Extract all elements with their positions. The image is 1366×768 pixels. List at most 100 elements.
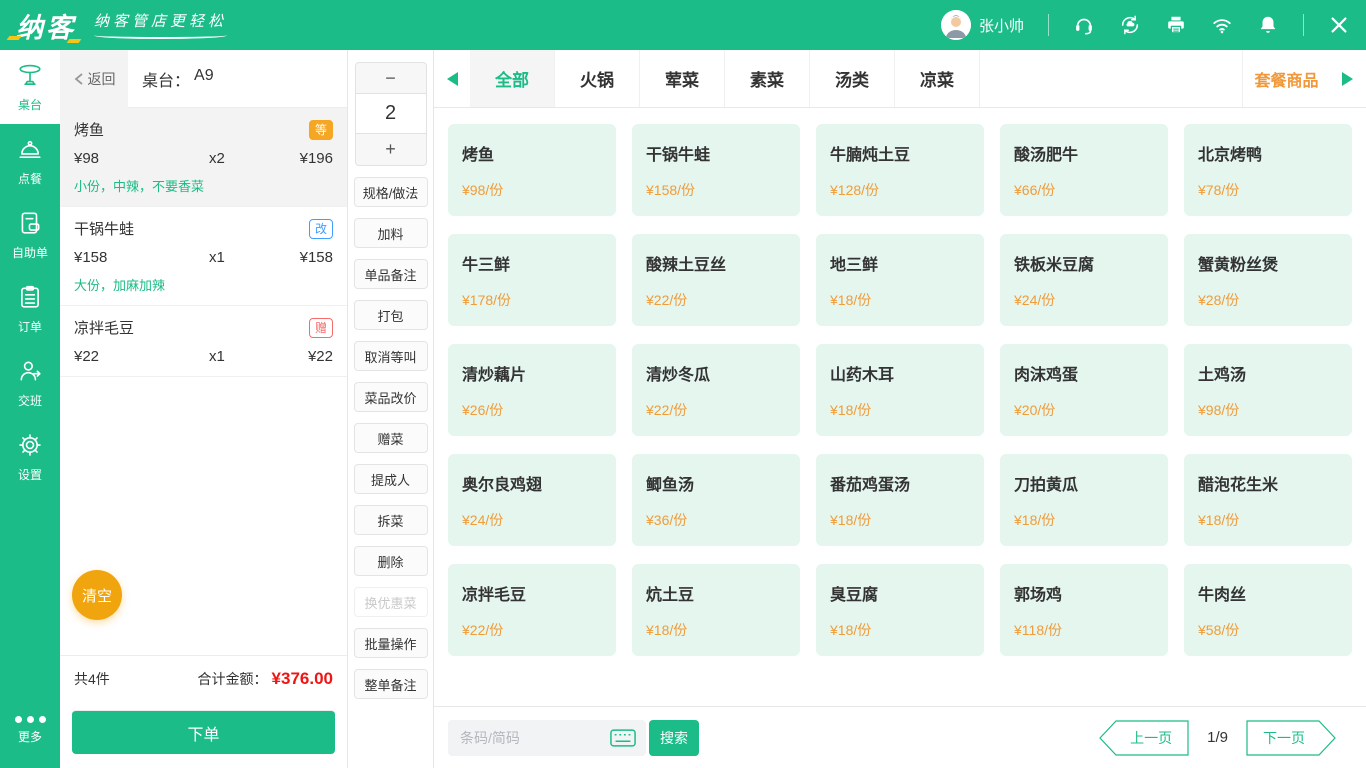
- change-price-button[interactable]: 菜品改价: [354, 382, 428, 412]
- tab-hotpot[interactable]: 火锅: [555, 50, 640, 107]
- batch-operation-button[interactable]: 批量操作: [354, 628, 428, 658]
- wifi-icon[interactable]: [1211, 14, 1233, 36]
- gift-badge: 赠: [309, 318, 333, 338]
- qty-plus-button[interactable]: +: [355, 134, 427, 166]
- keyboard-icon[interactable]: [610, 729, 636, 747]
- item-qty: x1: [209, 249, 263, 266]
- menu-item-card[interactable]: 鲫鱼汤¥36/份: [632, 454, 800, 546]
- app-header: 纳客 纳客管店更轻松 张小帅: [0, 0, 1366, 50]
- menu-item-card[interactable]: 烤鱼 ¥98/份: [448, 124, 616, 216]
- clear-button[interactable]: 清空: [72, 570, 122, 620]
- shift-handover-icon: [17, 358, 43, 387]
- tab-vegetable[interactable]: 素菜: [725, 50, 810, 107]
- menu-item-card[interactable]: 地三鲜¥18/份: [816, 234, 984, 326]
- dish-price: ¥98/份: [462, 180, 602, 200]
- sidebar-item-orders[interactable]: 订单: [0, 272, 60, 346]
- menu-item-card[interactable]: 清炒藕片¥26/份: [448, 344, 616, 436]
- menu-item-card[interactable]: 北京烤鸭¥78/份: [1184, 124, 1352, 216]
- combo-products-button[interactable]: 套餐商品: [1242, 50, 1330, 107]
- add-topping-button[interactable]: 加料: [354, 218, 428, 248]
- item-price: ¥22: [74, 348, 209, 365]
- cloud-sync-icon[interactable]: [1119, 14, 1141, 36]
- tab-cold[interactable]: 凉菜: [895, 50, 980, 107]
- next-page-button[interactable]: 下一页: [1246, 720, 1336, 756]
- sidebar-item-self-order[interactable]: 自助单: [0, 198, 60, 272]
- item-price: ¥98: [74, 150, 209, 167]
- menu-item-card[interactable]: 奥尔良鸡翅¥24/份: [448, 454, 616, 546]
- menu-item-card[interactable]: 炕土豆¥18/份: [632, 564, 800, 656]
- menu-item-card[interactable]: 铁板米豆腐¥24/份: [1000, 234, 1168, 326]
- dish-name: 炕土豆: [646, 581, 786, 605]
- printer-icon[interactable]: [1165, 14, 1187, 36]
- menu-item-card[interactable]: 牛三鲜¥178/份: [448, 234, 616, 326]
- order-list-icon: [17, 284, 43, 313]
- menu-item-card[interactable]: 干锅牛蛙¥158/份: [632, 124, 800, 216]
- more-dots-icon: [15, 716, 46, 723]
- item-remark-button[interactable]: 单品备注: [354, 259, 428, 289]
- close-icon[interactable]: [1328, 14, 1350, 36]
- back-button[interactable]: 返回: [60, 50, 128, 108]
- order-items-list: 烤鱼 等 ¥98 x2 ¥196 小份，中辣，不要香菜 干锅牛蛙 改 ¥158 …: [60, 108, 347, 377]
- dish-name: 凉拌毛豆: [462, 581, 602, 605]
- menu-item-card[interactable]: 郭场鸡¥118/份: [1000, 564, 1168, 656]
- takeout-button[interactable]: 打包: [354, 300, 428, 330]
- user-name: 张小帅: [979, 15, 1024, 36]
- tab-soup[interactable]: 汤类: [810, 50, 895, 107]
- sidebar-item-shift[interactable]: 交班: [0, 346, 60, 420]
- gift-dish-button[interactable]: 赠菜: [354, 423, 428, 453]
- order-panel: 返回 桌台：A9 烤鱼 等 ¥98 x2 ¥196 小份，中辣，不要香菜 干锅牛…: [60, 50, 348, 768]
- menu-item-card[interactable]: 牛肉丝¥58/份: [1184, 564, 1352, 656]
- dish-name: 刀拍黄瓜: [1014, 471, 1154, 495]
- menu-item-card[interactable]: 山药木耳¥18/份: [816, 344, 984, 436]
- bell-icon[interactable]: [1257, 14, 1279, 36]
- menu-item-card[interactable]: 蟹黄粉丝煲¥28/份: [1184, 234, 1352, 326]
- menu-item-card[interactable]: 醋泡花生米¥18/份: [1184, 454, 1352, 546]
- tab-all[interactable]: 全部: [470, 50, 555, 107]
- cancel-wait-button[interactable]: 取消等叫: [354, 341, 428, 371]
- customer-service-icon[interactable]: [1073, 14, 1095, 36]
- menu-item-card[interactable]: 土鸡汤¥98/份: [1184, 344, 1352, 436]
- sidebar-item-more[interactable]: 更多: [0, 700, 60, 760]
- menu-item-card[interactable]: 番茄鸡蛋汤¥18/份: [816, 454, 984, 546]
- delete-button[interactable]: 删除: [354, 546, 428, 576]
- dish-price: ¥98/份: [1198, 400, 1338, 420]
- menu-grid: 烤鱼 ¥98/份 干锅牛蛙¥158/份 牛腩炖土豆¥128/份 酸汤肥牛¥66/份…: [434, 108, 1366, 706]
- dish-price: ¥28/份: [1198, 290, 1338, 310]
- dish-price: ¥24/份: [1014, 290, 1154, 310]
- menu-item-card[interactable]: 凉拌毛豆¥22/份: [448, 564, 616, 656]
- menu-item-card[interactable]: 肉沫鸡蛋¥20/份: [1000, 344, 1168, 436]
- menu-item-card[interactable]: 酸汤肥牛¥66/份: [1000, 124, 1168, 216]
- item-price: ¥158: [74, 249, 209, 266]
- tab-meat[interactable]: 荤菜: [640, 50, 725, 107]
- dish-price: ¥18/份: [830, 510, 970, 530]
- order-item[interactable]: 烤鱼 等 ¥98 x2 ¥196 小份，中辣，不要香菜: [60, 108, 347, 207]
- menu-item-card[interactable]: 清炒冬瓜¥22/份: [632, 344, 800, 436]
- item-note: 大份，加麻加辣: [74, 275, 333, 294]
- menu-item-card[interactable]: 酸辣土豆丝¥22/份: [632, 234, 800, 326]
- tabs-scroll-left-button[interactable]: [434, 50, 470, 107]
- menu-item-card[interactable]: 臭豆腐¥18/份: [816, 564, 984, 656]
- order-item[interactable]: 干锅牛蛙 改 ¥158 x1 ¥158 大份，加麻加辣: [60, 207, 347, 306]
- menu-item-card[interactable]: 刀拍黄瓜¥18/份: [1000, 454, 1168, 546]
- search-button[interactable]: 搜索: [649, 720, 699, 756]
- sidebar-item-order-food[interactable]: 点餐: [0, 124, 60, 198]
- user-account[interactable]: 张小帅: [941, 10, 1024, 40]
- split-dish-button[interactable]: 拆菜: [354, 505, 428, 535]
- header-divider: [1048, 14, 1049, 36]
- order-item[interactable]: 凉拌毛豆 赠 ¥22 x1 ¥22: [60, 306, 347, 377]
- prev-page-button[interactable]: 上一页: [1099, 720, 1189, 756]
- qty-minus-button[interactable]: −: [355, 62, 427, 94]
- bottom-bar: 搜索 上一页 1/9 下一页: [434, 706, 1366, 768]
- menu-content: 全部 火锅 荤菜 素菜 汤类 凉菜 套餐商品 烤鱼 ¥98/份 干锅牛蛙¥158/…: [434, 50, 1366, 768]
- sidebar-item-tables[interactable]: 桌台: [0, 50, 60, 124]
- commission-button[interactable]: 提成人: [354, 464, 428, 494]
- sidebar-item-settings[interactable]: 设置: [0, 420, 60, 494]
- modified-badge: 改: [309, 219, 333, 239]
- dish-name: 山药木耳: [830, 361, 970, 385]
- dish-name: 烤鱼: [462, 141, 602, 165]
- submit-order-button[interactable]: 下单: [72, 710, 335, 754]
- order-remark-button[interactable]: 整单备注: [354, 669, 428, 699]
- spec-method-button[interactable]: 规格/做法: [354, 177, 428, 207]
- menu-item-card[interactable]: 牛腩炖土豆¥128/份: [816, 124, 984, 216]
- tabs-scroll-right-button[interactable]: [1330, 50, 1366, 107]
